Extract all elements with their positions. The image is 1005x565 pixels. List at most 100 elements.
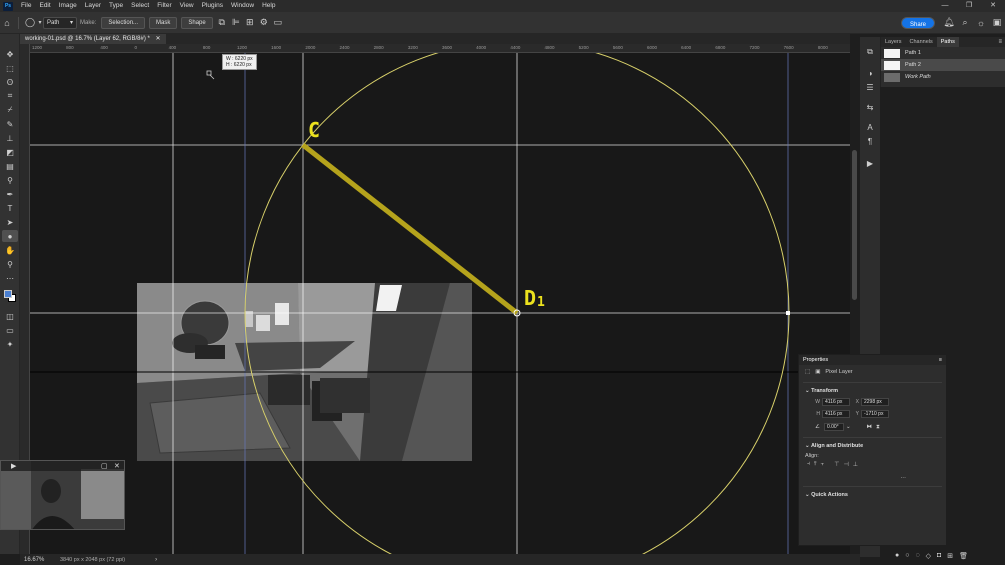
settings-gear-icon[interactable]: ⚙ [257,16,271,30]
panel-menu-icon[interactable]: ≡ [998,39,1002,45]
menu-select[interactable]: Select [127,0,153,12]
close-icon[interactable]: ✕ [114,462,120,470]
make-mask-button[interactable]: Mask [149,16,178,29]
workspace-icon[interactable]: ▣ [989,17,1005,28]
menu-plugins[interactable]: Plugins [198,0,227,12]
align-bottom-icon[interactable]: ⊥ [853,461,858,473]
libraries-icon[interactable]: ⇆ [864,103,876,113]
properties-icon[interactable]: ☰ [864,83,876,93]
eyedropper-tool-icon[interactable]: ⌿ [2,104,18,116]
make-shape-button[interactable]: Shape [181,16,213,29]
tab-channels[interactable]: Channels [906,37,937,47]
restore-icon[interactable]: ▢ [101,462,108,470]
path-row-work-path[interactable]: Work Path [881,71,1005,83]
y-field[interactable]: -1710 px [861,410,889,418]
menu-help[interactable]: Help [258,0,279,12]
dodge-tool-icon[interactable]: ⚲ [2,174,18,186]
tool-mode-select[interactable]: Path ▾ [43,16,77,29]
menu-view[interactable]: View [176,0,198,12]
menu-type[interactable]: Type [105,0,127,12]
crop-tool-icon[interactable]: ⌗ [2,90,18,102]
height-field[interactable]: 4116 px [822,410,850,418]
more-tools-icon[interactable]: ⋯ [2,272,18,284]
align-section-title[interactable]: ⌄ Align and Distribute [799,441,946,451]
canvas-area[interactable]: C D 1 [30,53,850,554]
foreground-color-swatch[interactable] [4,290,12,298]
flip-horizontal-icon[interactable]: ⧓ [867,424,873,430]
menu-file[interactable]: File [17,0,35,12]
x-field[interactable]: 2298 px [861,398,889,406]
align-center-h-icon[interactable]: ⫯ [814,461,817,473]
make-selection-button[interactable]: Selection... [101,16,146,29]
pen-tool-icon[interactable]: ✒ [2,188,18,200]
character-icon[interactable]: A [864,123,876,133]
discover-icon[interactable]: ☼ [973,18,989,28]
play-icon[interactable]: ▶ [864,159,876,169]
menu-layer[interactable]: Layer [81,0,105,12]
tab-paths[interactable]: Paths [936,37,959,47]
delete-path-icon[interactable]: 🗑︎ [959,552,968,562]
restore-button[interactable]: ❐ [957,0,981,12]
new-path-icon[interactable]: ⊞ [947,552,953,562]
adjustments-icon[interactable]: ◑ [864,69,876,79]
camera-icon[interactable]: ▶ [11,462,16,470]
lasso-tool-icon[interactable]: ʘ [2,76,18,88]
fill-path-icon[interactable]: ● [895,552,899,562]
generative-icon[interactable]: ✦ [2,338,18,350]
move-tool-icon[interactable]: ✥ [2,48,18,60]
align-top-icon[interactable]: ⊤ [834,461,839,473]
type-tool-icon[interactable]: T [2,202,18,214]
width-field[interactable]: 4116 px [822,398,850,406]
home-icon[interactable]: ⌂ [0,16,14,30]
align-edges-icon[interactable]: ▭ [271,16,285,30]
panel-menu-icon[interactable]: ≡ [939,355,942,365]
menu-image[interactable]: Image [55,0,81,12]
marquee-tool-icon[interactable]: ⬚ [2,62,18,74]
quick-actions-section-title[interactable]: ⌄ Quick Actions [799,490,946,500]
align-right-icon[interactable]: ⫟ [821,461,825,473]
close-button[interactable]: ✕ [981,0,1005,12]
zoom-tool-icon[interactable]: ⚲ [2,258,18,270]
align-middle-v-icon[interactable]: ⊣ [844,461,849,473]
paragraph-icon[interactable]: ¶ [864,137,876,147]
quick-mask-icon[interactable]: ◫ [2,310,18,322]
ellipse-tool-icon[interactable]: ● [2,230,18,242]
path-row-path-2[interactable]: Path 2 [881,59,1005,71]
make-work-path-icon[interactable]: ◇ [926,552,931,562]
minimize-button[interactable]: — [933,0,957,12]
menu-window[interactable]: Window [227,0,258,12]
close-icon[interactable]: ✕ [156,36,161,42]
menu-edit[interactable]: Edit [35,0,54,12]
path-selection-tool-icon[interactable]: ➤ [2,216,18,228]
brush-tool-icon[interactable]: ✎ [2,118,18,130]
path-alignment-icon[interactable]: ⊫ [229,16,243,30]
stroke-path-icon[interactable]: ○ [905,552,909,562]
share-button[interactable]: Share [900,16,935,29]
path-anchor-point[interactable] [786,311,790,315]
color-swatches-icon[interactable] [2,286,18,306]
tab-layers[interactable]: Layers [881,37,906,47]
angle-field[interactable]: 0.00° [823,423,844,431]
history-icon[interactable]: ⧉ [864,47,876,57]
ellipse-tool-icon[interactable]: ◯ [23,16,37,30]
more-options-icon[interactable]: ⋯ [901,475,907,481]
path-arrangement-icon[interactable]: ⊞ [243,16,257,30]
flip-vertical-icon[interactable]: ⧗ [876,424,880,431]
load-selection-icon[interactable]: ◌ [915,552,919,562]
vertical-scrollbar[interactable] [852,150,857,300]
screen-mode-icon[interactable]: ▭ [2,324,18,336]
eraser-tool-icon[interactable]: ◩ [2,146,18,158]
transform-section-title[interactable]: ⌄ Transform [799,386,946,396]
menu-filter[interactable]: Filter [153,0,175,12]
bell-icon[interactable]: 🔔︎ [941,17,957,28]
canvas-drawing[interactable]: C D 1 [30,53,850,554]
chevron-down-icon[interactable]: ⌄ [846,424,851,430]
hand-tool-icon[interactable]: ✋ [2,244,18,256]
search-icon[interactable]: ⌕ [957,17,973,28]
gradient-tool-icon[interactable]: ▤ [2,160,18,172]
document-tab[interactable]: working-01.psd @ 16.7% (Layer 62, RGB/8#… [20,34,166,44]
add-mask-icon[interactable]: ◘ [937,552,941,562]
path-operations-icon[interactable]: ⧉ [215,16,229,30]
zoom-level[interactable]: 16.67% [20,557,58,563]
chevron-right-icon[interactable]: › [155,557,157,563]
